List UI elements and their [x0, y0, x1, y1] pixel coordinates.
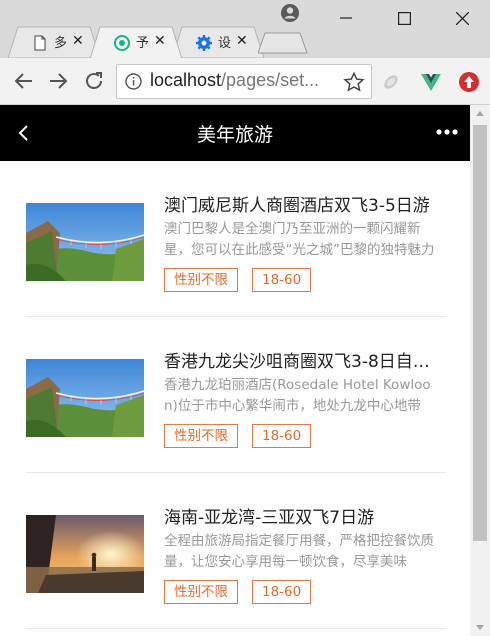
- forward-arrow-icon[interactable]: [46, 69, 70, 93]
- product-name: 香港九龙尖沙咀商圈双飞3-8日自由行: [164, 352, 444, 372]
- minimize-button[interactable]: [317, 0, 375, 36]
- gender-tag: 性别不限: [164, 424, 238, 448]
- extension-red-icon[interactable]: [458, 71, 480, 93]
- address-bar[interactable]: localhost/pages/set...: [116, 64, 372, 99]
- age-tag: 18-60: [252, 268, 312, 292]
- product-tags: 性别不限 18-60: [164, 580, 312, 604]
- product-name: 海南-亚龙湾-三亚双飞7日游: [164, 508, 375, 528]
- app-logo-icon: [114, 35, 130, 51]
- scrollbar[interactable]: [470, 105, 490, 636]
- minimize-icon: [340, 17, 352, 19]
- divider: [26, 628, 446, 629]
- browser-tab-2-active[interactable]: 予 ✕: [90, 26, 182, 59]
- product-description: 澳门巴黎人是全澳门乃至亚洲的一颗闪耀新星，您可以在此感受“光之城”巴黎的独特魅力: [164, 221, 435, 258]
- product-description: 全程由旅游局指定餐厅用餐，严格把控餐饮质量，让您安心享用每一顿饮食，尽享美味: [164, 533, 434, 570]
- close-icon: [455, 11, 469, 25]
- browser-tab-1[interactable]: 多 ✕: [8, 26, 100, 58]
- page-title: 美年旅游: [196, 124, 273, 146]
- document-icon: [34, 35, 46, 51]
- page-viewport: 美年旅游 澳门威尼斯人商圈酒店双飞3-5日游 澳门巴黎人是全澳门乃至亚洲的一颗闪…: [0, 105, 470, 636]
- scroll-up-arrow-icon[interactable]: [476, 111, 484, 116]
- tab-title: 多: [54, 36, 68, 51]
- reload-icon[interactable]: [82, 69, 106, 93]
- tab-title: 设: [218, 36, 232, 51]
- tab-strip: 多 ✕ 设 ✕ 予 ✕: [0, 0, 490, 59]
- close-window-button[interactable]: [433, 0, 490, 36]
- info-icon[interactable]: [125, 73, 142, 90]
- new-tab-button[interactable]: [258, 32, 308, 54]
- product-item[interactable]: 香港九龙尖沙咀商圈双飞3-8日自由行 香港九龙珀丽酒店(Rosedale Hot…: [26, 317, 446, 473]
- browser-tab-3[interactable]: 设 ✕: [172, 26, 264, 58]
- more-icon[interactable]: [436, 127, 458, 137]
- bridge-mountain-photo: [26, 203, 144, 281]
- browser-toolbar: localhost/pages/set...: [0, 58, 490, 105]
- age-tag: 18-60: [252, 424, 312, 448]
- app-header: 美年旅游: [0, 105, 470, 161]
- maximize-icon: [397, 11, 411, 25]
- url-text: localhost/pages/set...: [150, 70, 320, 90]
- tab-close-icon[interactable]: ✕: [72, 33, 84, 49]
- product-item[interactable]: 澳门威尼斯人商圈酒店双飞3-5日游 澳门巴黎人是全澳门乃至亚洲的一颗闪耀新星，您…: [26, 161, 446, 317]
- tab-close-icon[interactable]: ✕: [154, 33, 166, 49]
- maximize-button[interactable]: [375, 0, 433, 36]
- product-tags: 性别不限 18-60: [164, 424, 312, 448]
- age-tag: 18-60: [252, 580, 312, 604]
- sunset-beach-photo: [26, 515, 144, 593]
- gender-tag: 性别不限: [164, 580, 238, 604]
- vue-devtools-icon[interactable]: [420, 71, 442, 93]
- product-item[interactable]: 海南-亚龙湾-三亚双飞7日游 全程由旅游局指定餐厅用餐，严格把控餐饮质量，让您安…: [26, 473, 446, 629]
- scrollbar-thumb[interactable]: [473, 125, 487, 541]
- bookmark-star-icon[interactable]: [343, 71, 365, 93]
- product-tags: 性别不限 18-60: [164, 268, 312, 292]
- tab-close-icon[interactable]: ✕: [236, 33, 248, 49]
- tab-title: 予: [136, 36, 150, 51]
- extension-leaf-icon[interactable]: [380, 71, 402, 93]
- back-arrow-icon[interactable]: [12, 69, 36, 93]
- bridge-mountain-photo: [26, 359, 144, 437]
- gender-tag: 性别不限: [164, 268, 238, 292]
- product-name: 澳门威尼斯人商圈酒店双飞3-5日游: [164, 196, 430, 216]
- scroll-down-arrow-icon[interactable]: [476, 625, 484, 630]
- profile-icon[interactable]: [280, 3, 300, 23]
- settings-gear-icon: [196, 35, 212, 51]
- product-description: 香港九龙珀丽酒店(Rosedale Hotel Kowloon)位于市中心繁华闹…: [164, 377, 431, 414]
